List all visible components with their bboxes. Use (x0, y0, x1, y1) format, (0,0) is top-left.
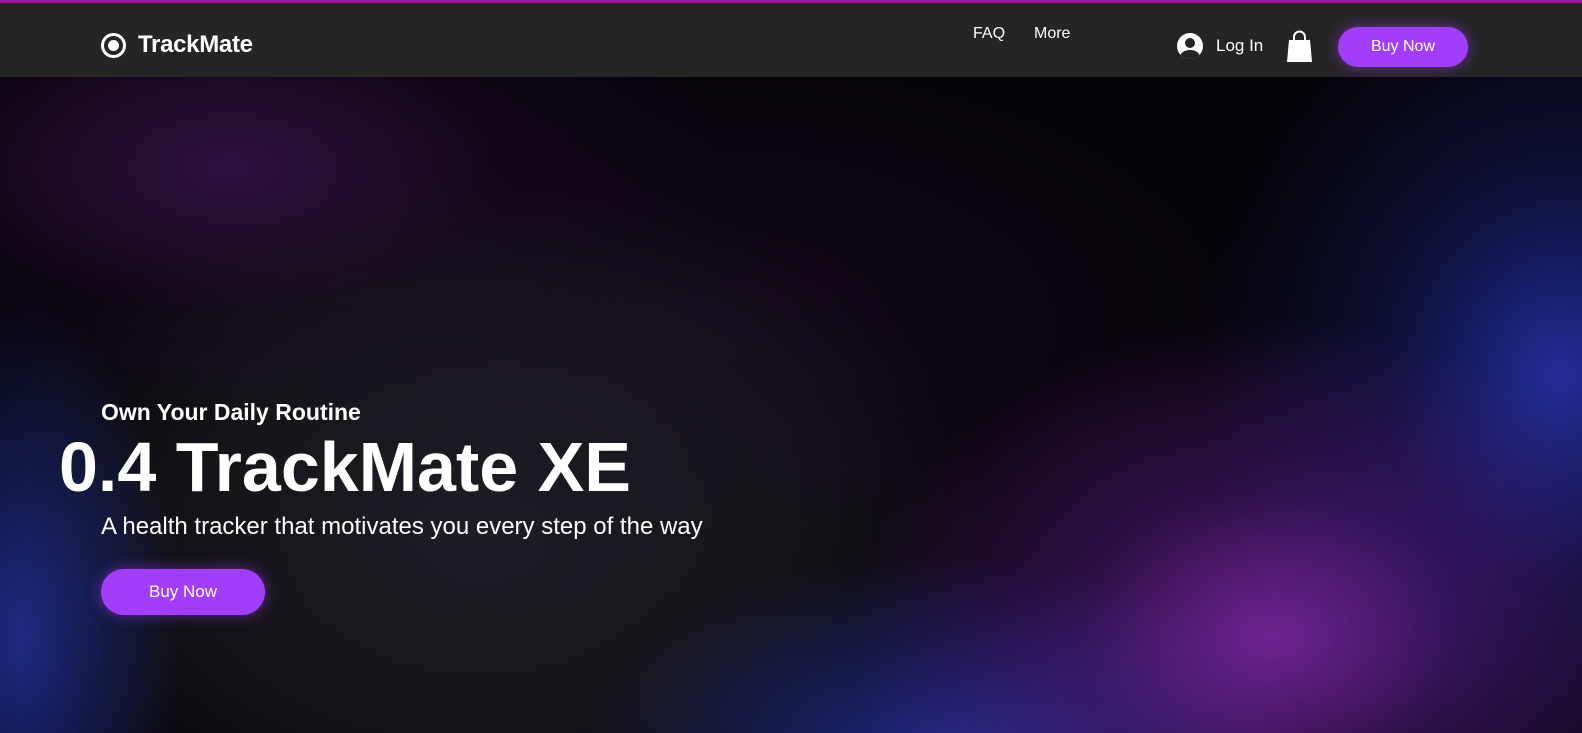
site-header: TrackMate FAQ More Log In Buy Now (0, 3, 1582, 77)
nav-link-faq[interactable]: FAQ (973, 25, 1005, 43)
record-circle-icon (101, 32, 126, 58)
login-label: Log In (1216, 36, 1264, 55)
hero-eyebrow: Own Your Daily Routine (101, 399, 361, 425)
page: TrackMate FAQ More Log In Buy Now Own Yo… (0, 0, 1582, 733)
hero-subtitle: A health tracker that motivates you ever… (101, 513, 703, 540)
shopping-bag-icon[interactable] (1286, 30, 1313, 63)
user-avatar-icon (1177, 33, 1203, 59)
logo[interactable]: TrackMate (101, 31, 253, 59)
hero-section: Own Your Daily Routine 0.4 TrackMate XE … (0, 77, 1582, 733)
hero-buy-now-button[interactable]: Buy Now (101, 569, 265, 615)
logo-text: TrackMate (138, 31, 253, 58)
nav-link-more[interactable]: More (1034, 25, 1070, 43)
header-buy-now-button[interactable]: Buy Now (1338, 27, 1468, 67)
hero-title: 0.4 TrackMate XE (59, 428, 631, 506)
login-link[interactable]: Log In (1177, 33, 1263, 59)
